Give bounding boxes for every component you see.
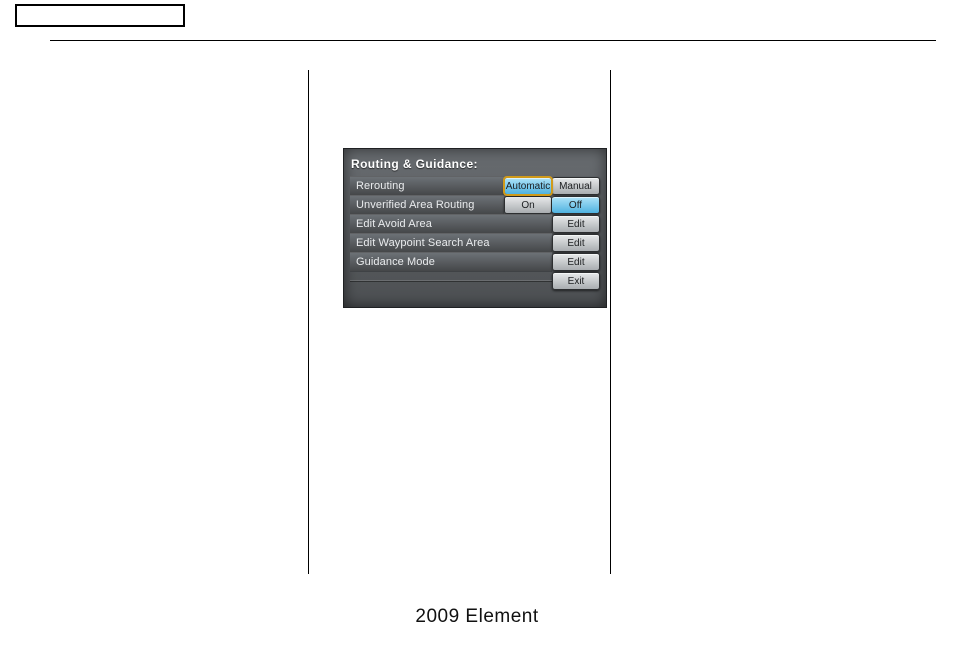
row-label-avoid-area: Edit Avoid Area <box>350 214 552 234</box>
rerouting-manual-button[interactable]: Manual <box>552 177 600 195</box>
edit-waypoint-button[interactable]: Edit <box>552 234 600 252</box>
row-unverified-area-routing: Unverified Area Routing On Off <box>350 196 600 214</box>
guidance-mode-edit-button[interactable]: Edit <box>552 253 600 271</box>
column-separator-left <box>308 70 309 574</box>
content-columns: Routing & Guidance: Rerouting Automatic … <box>50 70 936 574</box>
footer-caption: 2009 Element <box>0 606 954 628</box>
edit-avoid-area-button[interactable]: Edit <box>552 215 600 233</box>
header-box <box>15 4 185 27</box>
exit-button[interactable]: Exit <box>552 272 600 290</box>
column-separator-right <box>610 70 611 574</box>
row-guidance-mode: Guidance Mode Edit <box>350 253 600 271</box>
header-rule <box>50 40 936 41</box>
page: Routing & Guidance: Rerouting Automatic … <box>0 0 954 652</box>
panel-title: Routing & Guidance: <box>350 155 600 177</box>
row-edit-waypoint-search: Edit Waypoint Search Area Edit <box>350 234 600 252</box>
row-label-waypoint: Edit Waypoint Search Area <box>350 233 552 253</box>
row-edit-avoid-area: Edit Avoid Area Edit <box>350 215 600 233</box>
unverified-off-button[interactable]: Off <box>552 196 600 214</box>
row-exit: Exit <box>350 272 600 290</box>
routing-guidance-panel: Routing & Guidance: Rerouting Automatic … <box>343 148 607 308</box>
row-label-guidance: Guidance Mode <box>350 252 552 272</box>
row-rerouting: Rerouting Automatic Manual <box>350 177 600 195</box>
row-label-unverified: Unverified Area Routing <box>350 195 504 215</box>
rerouting-automatic-button[interactable]: Automatic <box>504 177 552 195</box>
row-label-rerouting: Rerouting <box>350 176 504 196</box>
row-label-exit-spacer <box>350 280 552 282</box>
unverified-on-button[interactable]: On <box>504 196 552 214</box>
